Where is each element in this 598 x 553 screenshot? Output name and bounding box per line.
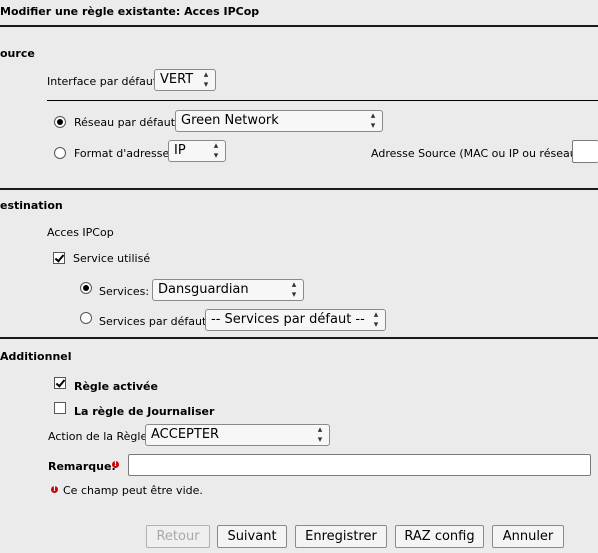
- red-exclamation-icon: !: [51, 485, 58, 493]
- remark-label: Remarque:: [48, 460, 116, 473]
- destination-divider: [0, 337, 598, 339]
- action-select-value: ACCEPTER: [151, 427, 220, 442]
- updown-chevron-icon: ▴ ▾: [291, 280, 297, 300]
- source-divider: [0, 188, 598, 190]
- network-radio[interactable]: [54, 116, 66, 128]
- destination-heading: estination: [0, 199, 63, 212]
- services-select[interactable]: Dansguardian ▴ ▾: [152, 279, 304, 301]
- address-source-input[interactable]: [572, 140, 598, 163]
- updown-chevron-icon: ▴ ▾: [373, 310, 379, 330]
- title-divider: [0, 25, 598, 27]
- network-select[interactable]: Green Network ▴ ▾: [175, 110, 383, 132]
- cancel-button[interactable]: Annuler: [492, 525, 564, 548]
- network-radio-label: Réseau par défaut:: [74, 116, 179, 129]
- rule-enabled-checkbox[interactable]: [54, 377, 66, 389]
- updown-chevron-icon: ▴ ▾: [370, 111, 376, 131]
- default-services-select[interactable]: -- Services par défaut -- ▴ ▾: [205, 309, 386, 331]
- updown-chevron-icon: ▴ ▾: [213, 141, 219, 161]
- services-radio[interactable]: [80, 282, 92, 294]
- address-source-label: Adresse Source (MAC ou IP ou réseau):: [371, 147, 585, 160]
- interface-select-value: VERT: [160, 72, 194, 87]
- page-title: Modifier une règle existante: Acces IPCo…: [0, 5, 260, 18]
- format-select-value: IP: [174, 143, 186, 158]
- interface-label: Interface par défaut:: [47, 75, 161, 88]
- back-button[interactable]: Retour: [146, 525, 210, 548]
- source-heading: ource: [0, 47, 35, 60]
- action-select[interactable]: ACCEPTER ▴ ▾: [145, 424, 330, 446]
- save-button[interactable]: Enregistrer: [295, 525, 387, 548]
- format-select[interactable]: IP ▴ ▾: [168, 140, 226, 162]
- remark-hint: Ce champ peut être vide.: [63, 484, 203, 497]
- remark-input[interactable]: [128, 454, 591, 476]
- updown-chevron-icon: ▴ ▾: [317, 425, 323, 445]
- rule-log-label: La règle de Journaliser: [74, 405, 215, 418]
- format-radio-label: Format d'adresse:: [74, 147, 173, 160]
- service-used-checkbox[interactable]: [53, 252, 65, 264]
- format-radio[interactable]: [54, 147, 66, 159]
- destination-target-label: Acces IPCop: [47, 226, 114, 239]
- red-exclamation-icon: !: [112, 460, 119, 468]
- rule-enabled-label: Règle activée: [74, 380, 158, 393]
- default-services-select-value: -- Services par défaut --: [211, 312, 365, 327]
- next-button[interactable]: Suivant: [217, 525, 287, 548]
- updown-chevron-icon: ▴ ▾: [203, 70, 209, 90]
- services-radio-label: Services:: [99, 285, 150, 298]
- network-select-value: Green Network: [181, 113, 279, 128]
- source-inner-divider: [47, 100, 598, 101]
- services-select-value: Dansguardian: [158, 282, 249, 297]
- default-services-radio-label: Services par défaut:: [99, 315, 210, 328]
- interface-select[interactable]: VERT ▴ ▾: [154, 69, 216, 91]
- action-label: Action de la Règle:: [48, 430, 151, 443]
- service-used-label: Service utilisé: [73, 252, 151, 265]
- default-services-radio[interactable]: [80, 312, 92, 324]
- additional-heading: Additionnel: [0, 350, 72, 363]
- reset-button[interactable]: RAZ config: [395, 525, 484, 548]
- rule-log-checkbox[interactable]: [54, 402, 66, 414]
